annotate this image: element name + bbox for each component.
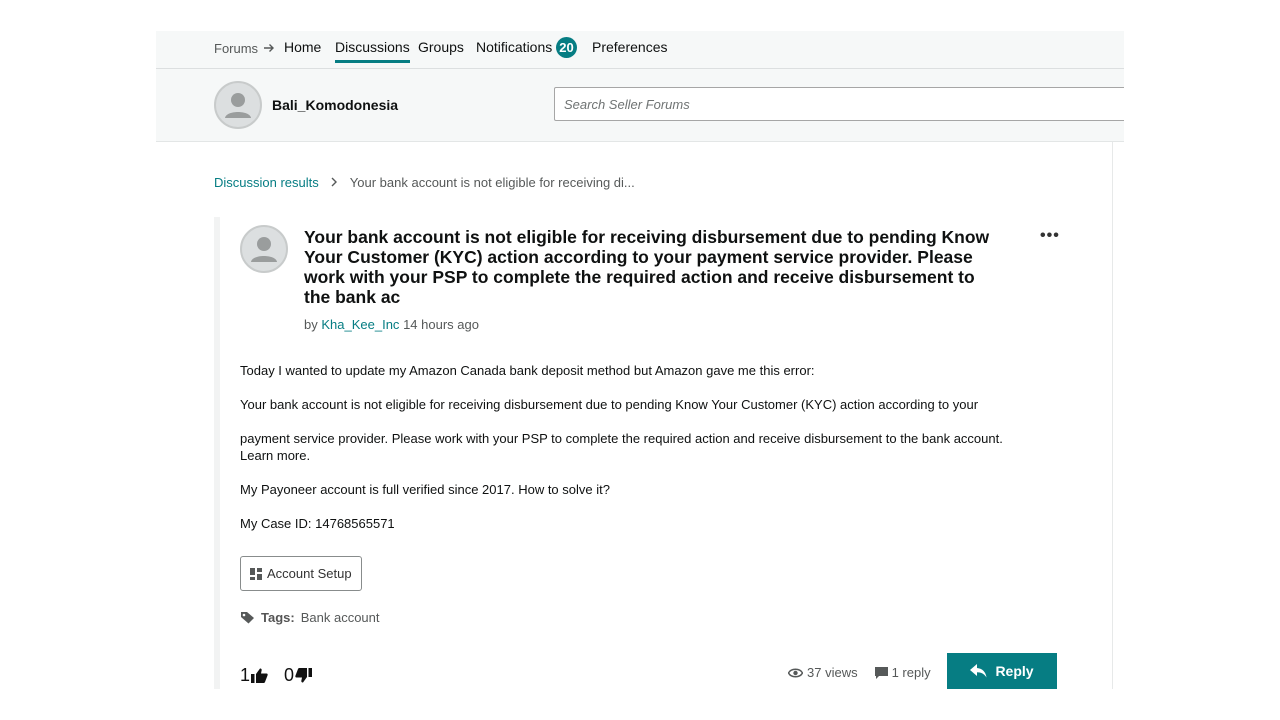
tag-icon bbox=[241, 612, 254, 624]
post-byline: by Kha_Kee_Inc 14 hours ago bbox=[304, 317, 479, 332]
post-title: Your bank account is not eligible for re… bbox=[304, 227, 990, 307]
post-card: Your bank account is not eligible for re… bbox=[214, 217, 1060, 689]
nav-preferences[interactable]: Preferences bbox=[592, 39, 667, 60]
more-options-icon[interactable]: ••• bbox=[1040, 227, 1060, 245]
post-paragraph: Your bank account is not eligible for re… bbox=[240, 397, 979, 412]
search-input[interactable] bbox=[554, 87, 1124, 121]
nav-notifications[interactable]: Notifications bbox=[476, 39, 552, 60]
chevron-right-icon bbox=[330, 175, 338, 190]
breadcrumb-parent-link[interactable]: Discussion results bbox=[214, 175, 319, 190]
nav-discussions[interactable]: Discussions bbox=[335, 39, 410, 63]
account-setup-button[interactable]: Account Setup bbox=[240, 556, 362, 591]
column-divider bbox=[1112, 142, 1113, 689]
user-avatar[interactable] bbox=[214, 81, 262, 129]
upvote-count: 1 bbox=[240, 665, 251, 685]
post-paragraph: Today I wanted to update my Amazon Canad… bbox=[240, 363, 815, 378]
top-nav: Forums Home Discussions Groups Notificat… bbox=[156, 31, 1124, 69]
vote-controls: 1 0 bbox=[240, 665, 328, 686]
tags-label: Tags: bbox=[261, 610, 295, 625]
replies-count: 1 reply bbox=[891, 665, 931, 680]
case-id-text: My Case ID: 14768565571 bbox=[240, 516, 395, 531]
replies-stat: 1 reply bbox=[874, 665, 931, 680]
forum-page: Forums Home Discussions Groups Notificat… bbox=[156, 31, 1124, 689]
thumbs-down-icon bbox=[295, 668, 313, 683]
category-grid-icon bbox=[250, 567, 262, 580]
notifications-badge: 20 bbox=[556, 37, 577, 58]
breadcrumb: Discussion results Your bank account is … bbox=[214, 175, 635, 190]
post-stats: 37 views 1 reply bbox=[788, 665, 948, 680]
tags-row: Tags: Bank account bbox=[240, 610, 380, 625]
learn-more-text: Learn more. bbox=[240, 448, 311, 463]
user-bar: Bali_Komodonesia bbox=[156, 69, 1124, 142]
downvote-count: 0 bbox=[284, 665, 295, 685]
forums-link[interactable]: Forums bbox=[214, 41, 258, 56]
upvote-button[interactable]: 1 bbox=[240, 665, 268, 686]
nav-groups[interactable]: Groups bbox=[418, 39, 464, 60]
reply-label: Reply bbox=[995, 663, 1034, 679]
author-avatar[interactable] bbox=[240, 225, 288, 273]
downvote-button[interactable]: 0 bbox=[284, 665, 313, 686]
tag-bank-account[interactable]: Bank account bbox=[301, 610, 380, 625]
post-body: Today I wanted to update my Amazon Canad… bbox=[240, 362, 1040, 532]
account-setup-label: Account Setup bbox=[267, 566, 352, 581]
post-paragraph: payment service provider. Please work wi… bbox=[240, 431, 1003, 446]
reply-button[interactable]: Reply bbox=[947, 653, 1057, 689]
nav-home[interactable]: Home bbox=[284, 39, 321, 60]
breadcrumb-current: Your bank account is not eligible for re… bbox=[349, 175, 635, 190]
views-count: 37 views bbox=[807, 665, 858, 680]
arrow-right-icon bbox=[264, 44, 274, 52]
thumbs-up-icon bbox=[251, 668, 268, 683]
author-link[interactable]: Kha_Kee_Inc bbox=[321, 317, 399, 332]
reply-arrow-icon bbox=[970, 664, 987, 678]
user-name[interactable]: Bali_Komodonesia bbox=[272, 97, 398, 113]
post-time: 14 hours ago bbox=[403, 317, 479, 332]
post-paragraph: My Payoneer account is full verified sin… bbox=[240, 482, 610, 497]
comment-icon bbox=[874, 666, 888, 679]
eye-icon bbox=[788, 668, 803, 677]
byline-prefix: by bbox=[304, 317, 318, 332]
person-icon bbox=[225, 93, 251, 118]
person-icon bbox=[251, 237, 277, 262]
views-stat: 37 views bbox=[788, 665, 858, 680]
